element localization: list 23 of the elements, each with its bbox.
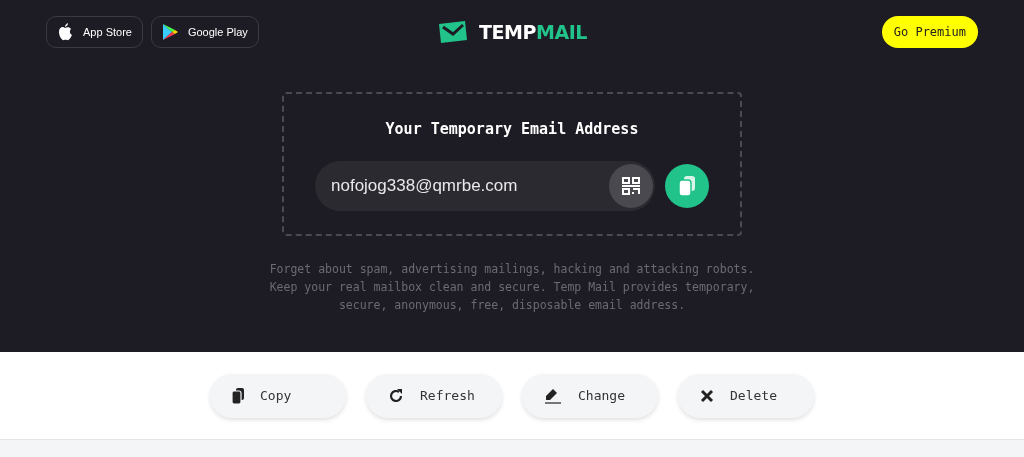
refresh-icon bbox=[388, 387, 404, 404]
copy-icon bbox=[678, 174, 696, 197]
logo[interactable]: TEMPMAIL bbox=[437, 17, 587, 47]
action-button[interactable]: Change bbox=[522, 373, 658, 418]
action-button[interactable]: Delete bbox=[678, 373, 814, 418]
play-store-icon bbox=[161, 23, 178, 41]
logo-text: TEMPMAIL bbox=[479, 19, 587, 45]
premium-button[interactable]: Go Premium bbox=[881, 16, 978, 48]
pen-icon bbox=[544, 387, 562, 404]
panel-title: Your Temporary Email Address bbox=[385, 119, 639, 140]
qr-code-icon bbox=[621, 175, 641, 196]
copy-button[interactable] bbox=[665, 163, 709, 208]
store-button[interactable]: Google Play bbox=[150, 16, 259, 48]
description-text: Forget about spam, advertising mailings, hacking and attacking robots. Keep your real mailbox clean and secure. Temp Mail provides temporary, secure, anonymous, free, disposable email address. bbox=[268, 261, 756, 314]
copy-icon bbox=[232, 387, 244, 404]
apple-icon bbox=[57, 23, 73, 41]
action-button[interactable]: Copy bbox=[210, 373, 346, 418]
store-button[interactable]: App Store bbox=[46, 16, 143, 48]
close-icon bbox=[700, 388, 714, 403]
email-field[interactable]: nofojog338@qmrbe.com bbox=[315, 160, 655, 211]
envelope-icon bbox=[437, 20, 470, 44]
qr-code-button[interactable] bbox=[609, 163, 653, 208]
action-button[interactable]: Refresh bbox=[366, 373, 502, 418]
